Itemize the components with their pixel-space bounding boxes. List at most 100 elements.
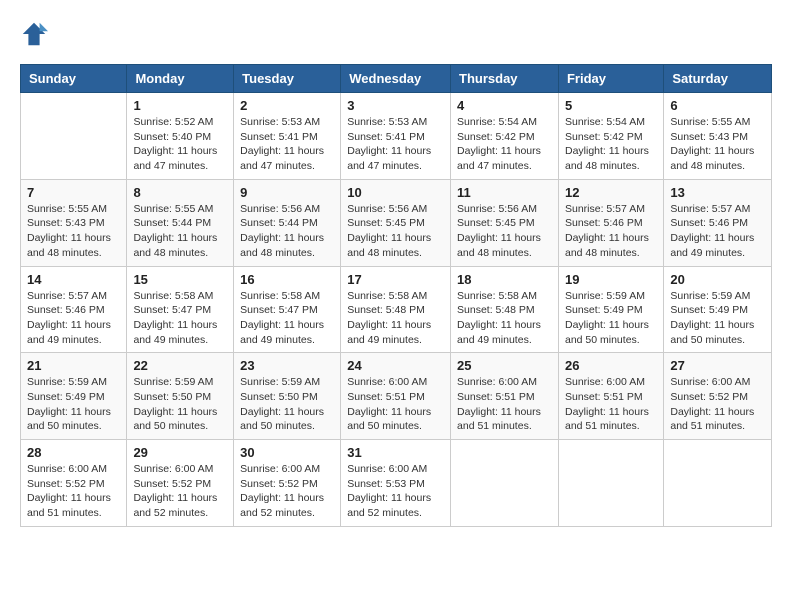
day-info: Sunrise: 6:00 AM Sunset: 5:52 PM Dayligh… <box>133 462 227 521</box>
calendar-cell: 12 Sunrise: 5:57 AM Sunset: 5:46 PM Dayli… <box>558 179 663 266</box>
day-info: Sunrise: 5:58 AM Sunset: 5:48 PM Dayligh… <box>457 289 552 348</box>
day-info: Sunrise: 6:00 AM Sunset: 5:52 PM Dayligh… <box>240 462 334 521</box>
day-info: Sunrise: 5:59 AM Sunset: 5:49 PM Dayligh… <box>565 289 657 348</box>
day-info: Sunrise: 5:58 AM Sunset: 5:48 PM Dayligh… <box>347 289 444 348</box>
weekday-header: Tuesday <box>234 65 341 93</box>
day-info: Sunrise: 5:56 AM Sunset: 5:45 PM Dayligh… <box>347 202 444 261</box>
day-number: 9 <box>240 185 334 200</box>
calendar-header-row: SundayMondayTuesdayWednesdayThursdayFrid… <box>21 65 772 93</box>
calendar-cell: 15 Sunrise: 5:58 AM Sunset: 5:47 PM Dayli… <box>127 266 234 353</box>
day-number: 14 <box>27 272 120 287</box>
weekday-header: Sunday <box>21 65 127 93</box>
calendar-cell: 27 Sunrise: 6:00 AM Sunset: 5:52 PM Dayli… <box>664 353 772 440</box>
logo-icon <box>20 20 48 48</box>
calendar-cell: 2 Sunrise: 5:53 AM Sunset: 5:41 PM Daylig… <box>234 93 341 180</box>
header <box>20 20 772 48</box>
calendar-cell: 24 Sunrise: 6:00 AM Sunset: 5:51 PM Dayli… <box>341 353 451 440</box>
calendar-cell: 28 Sunrise: 6:00 AM Sunset: 5:52 PM Dayli… <box>21 440 127 527</box>
day-number: 27 <box>670 358 765 373</box>
day-info: Sunrise: 5:59 AM Sunset: 5:50 PM Dayligh… <box>240 375 334 434</box>
calendar-table: SundayMondayTuesdayWednesdayThursdayFrid… <box>20 64 772 527</box>
day-info: Sunrise: 5:54 AM Sunset: 5:42 PM Dayligh… <box>457 115 552 174</box>
day-info: Sunrise: 5:58 AM Sunset: 5:47 PM Dayligh… <box>133 289 227 348</box>
day-number: 22 <box>133 358 227 373</box>
calendar-week-row: 1Sunrise: 5:52 AM Sunset: 5:40 PM Daylig… <box>21 93 772 180</box>
calendar-week-row: 28 Sunrise: 6:00 AM Sunset: 5:52 PM Dayli… <box>21 440 772 527</box>
calendar-cell: 23 Sunrise: 5:59 AM Sunset: 5:50 PM Dayli… <box>234 353 341 440</box>
day-info: Sunrise: 5:59 AM Sunset: 5:49 PM Dayligh… <box>670 289 765 348</box>
day-number: 6 <box>670 98 765 113</box>
calendar-cell <box>558 440 663 527</box>
day-number: 2 <box>240 98 334 113</box>
day-number: 31 <box>347 445 444 460</box>
calendar-cell: 21 Sunrise: 5:59 AM Sunset: 5:49 PM Dayli… <box>21 353 127 440</box>
calendar-cell: 18Sunrise: 5:58 AM Sunset: 5:48 PM Dayli… <box>451 266 559 353</box>
day-info: Sunrise: 5:57 AM Sunset: 5:46 PM Dayligh… <box>670 202 765 261</box>
calendar-cell: 22 Sunrise: 5:59 AM Sunset: 5:50 PM Dayli… <box>127 353 234 440</box>
day-info: Sunrise: 6:00 AM Sunset: 5:52 PM Dayligh… <box>670 375 765 434</box>
calendar-cell: 29Sunrise: 6:00 AM Sunset: 5:52 PM Dayli… <box>127 440 234 527</box>
day-info: Sunrise: 6:00 AM Sunset: 5:53 PM Dayligh… <box>347 462 444 521</box>
day-number: 10 <box>347 185 444 200</box>
calendar-cell: 4 Sunrise: 5:54 AM Sunset: 5:42 PM Daylig… <box>451 93 559 180</box>
day-number: 17 <box>347 272 444 287</box>
calendar-cell: 25 Sunrise: 6:00 AM Sunset: 5:51 PM Dayli… <box>451 353 559 440</box>
weekday-header: Friday <box>558 65 663 93</box>
day-number: 19 <box>565 272 657 287</box>
day-info: Sunrise: 5:55 AM Sunset: 5:43 PM Dayligh… <box>670 115 765 174</box>
logo <box>20 20 52 48</box>
day-info: Sunrise: 6:00 AM Sunset: 5:51 PM Dayligh… <box>347 375 444 434</box>
day-number: 24 <box>347 358 444 373</box>
day-number: 1 <box>133 98 227 113</box>
weekday-header: Monday <box>127 65 234 93</box>
weekday-header: Thursday <box>451 65 559 93</box>
day-info: Sunrise: 5:59 AM Sunset: 5:49 PM Dayligh… <box>27 375 120 434</box>
day-number: 20 <box>670 272 765 287</box>
day-info: Sunrise: 5:56 AM Sunset: 5:45 PM Dayligh… <box>457 202 552 261</box>
weekday-header: Saturday <box>664 65 772 93</box>
calendar-cell: 8Sunrise: 5:55 AM Sunset: 5:44 PM Daylig… <box>127 179 234 266</box>
calendar-cell: 20 Sunrise: 5:59 AM Sunset: 5:49 PM Dayli… <box>664 266 772 353</box>
day-number: 28 <box>27 445 120 460</box>
day-number: 11 <box>457 185 552 200</box>
day-number: 3 <box>347 98 444 113</box>
day-number: 4 <box>457 98 552 113</box>
day-info: Sunrise: 5:56 AM Sunset: 5:44 PM Dayligh… <box>240 202 334 261</box>
calendar-week-row: 21 Sunrise: 5:59 AM Sunset: 5:49 PM Dayli… <box>21 353 772 440</box>
day-number: 23 <box>240 358 334 373</box>
weekday-header: Wednesday <box>341 65 451 93</box>
day-info: Sunrise: 5:55 AM Sunset: 5:43 PM Dayligh… <box>27 202 120 261</box>
calendar-cell: 3 Sunrise: 5:53 AM Sunset: 5:41 PM Daylig… <box>341 93 451 180</box>
day-number: 25 <box>457 358 552 373</box>
day-number: 21 <box>27 358 120 373</box>
day-number: 26 <box>565 358 657 373</box>
calendar-cell: 19 Sunrise: 5:59 AM Sunset: 5:49 PM Dayli… <box>558 266 663 353</box>
day-number: 7 <box>27 185 120 200</box>
day-info: Sunrise: 5:53 AM Sunset: 5:41 PM Dayligh… <box>347 115 444 174</box>
day-info: Sunrise: 5:53 AM Sunset: 5:41 PM Dayligh… <box>240 115 334 174</box>
calendar-cell: 30 Sunrise: 6:00 AM Sunset: 5:52 PM Dayli… <box>234 440 341 527</box>
calendar-cell: 9 Sunrise: 5:56 AM Sunset: 5:44 PM Daylig… <box>234 179 341 266</box>
calendar-cell: 7 Sunrise: 5:55 AM Sunset: 5:43 PM Daylig… <box>21 179 127 266</box>
day-info: Sunrise: 5:59 AM Sunset: 5:50 PM Dayligh… <box>133 375 227 434</box>
day-info: Sunrise: 5:57 AM Sunset: 5:46 PM Dayligh… <box>565 202 657 261</box>
day-number: 30 <box>240 445 334 460</box>
day-number: 16 <box>240 272 334 287</box>
day-number: 12 <box>565 185 657 200</box>
day-number: 13 <box>670 185 765 200</box>
calendar-week-row: 7 Sunrise: 5:55 AM Sunset: 5:43 PM Daylig… <box>21 179 772 266</box>
day-info: Sunrise: 5:58 AM Sunset: 5:47 PM Dayligh… <box>240 289 334 348</box>
calendar-cell: 26Sunrise: 6:00 AM Sunset: 5:51 PM Dayli… <box>558 353 663 440</box>
day-info: Sunrise: 5:55 AM Sunset: 5:44 PM Dayligh… <box>133 202 227 261</box>
calendar-cell <box>451 440 559 527</box>
calendar-cell <box>664 440 772 527</box>
day-number: 15 <box>133 272 227 287</box>
day-info: Sunrise: 6:00 AM Sunset: 5:51 PM Dayligh… <box>457 375 552 434</box>
calendar-week-row: 14Sunrise: 5:57 AM Sunset: 5:46 PM Dayli… <box>21 266 772 353</box>
calendar-cell <box>21 93 127 180</box>
calendar-cell: 17 Sunrise: 5:58 AM Sunset: 5:48 PM Dayli… <box>341 266 451 353</box>
calendar-cell: 13 Sunrise: 5:57 AM Sunset: 5:46 PM Dayli… <box>664 179 772 266</box>
day-info: Sunrise: 6:00 AM Sunset: 5:52 PM Dayligh… <box>27 462 120 521</box>
day-number: 5 <box>565 98 657 113</box>
calendar-cell: 11 Sunrise: 5:56 AM Sunset: 5:45 PM Dayli… <box>451 179 559 266</box>
